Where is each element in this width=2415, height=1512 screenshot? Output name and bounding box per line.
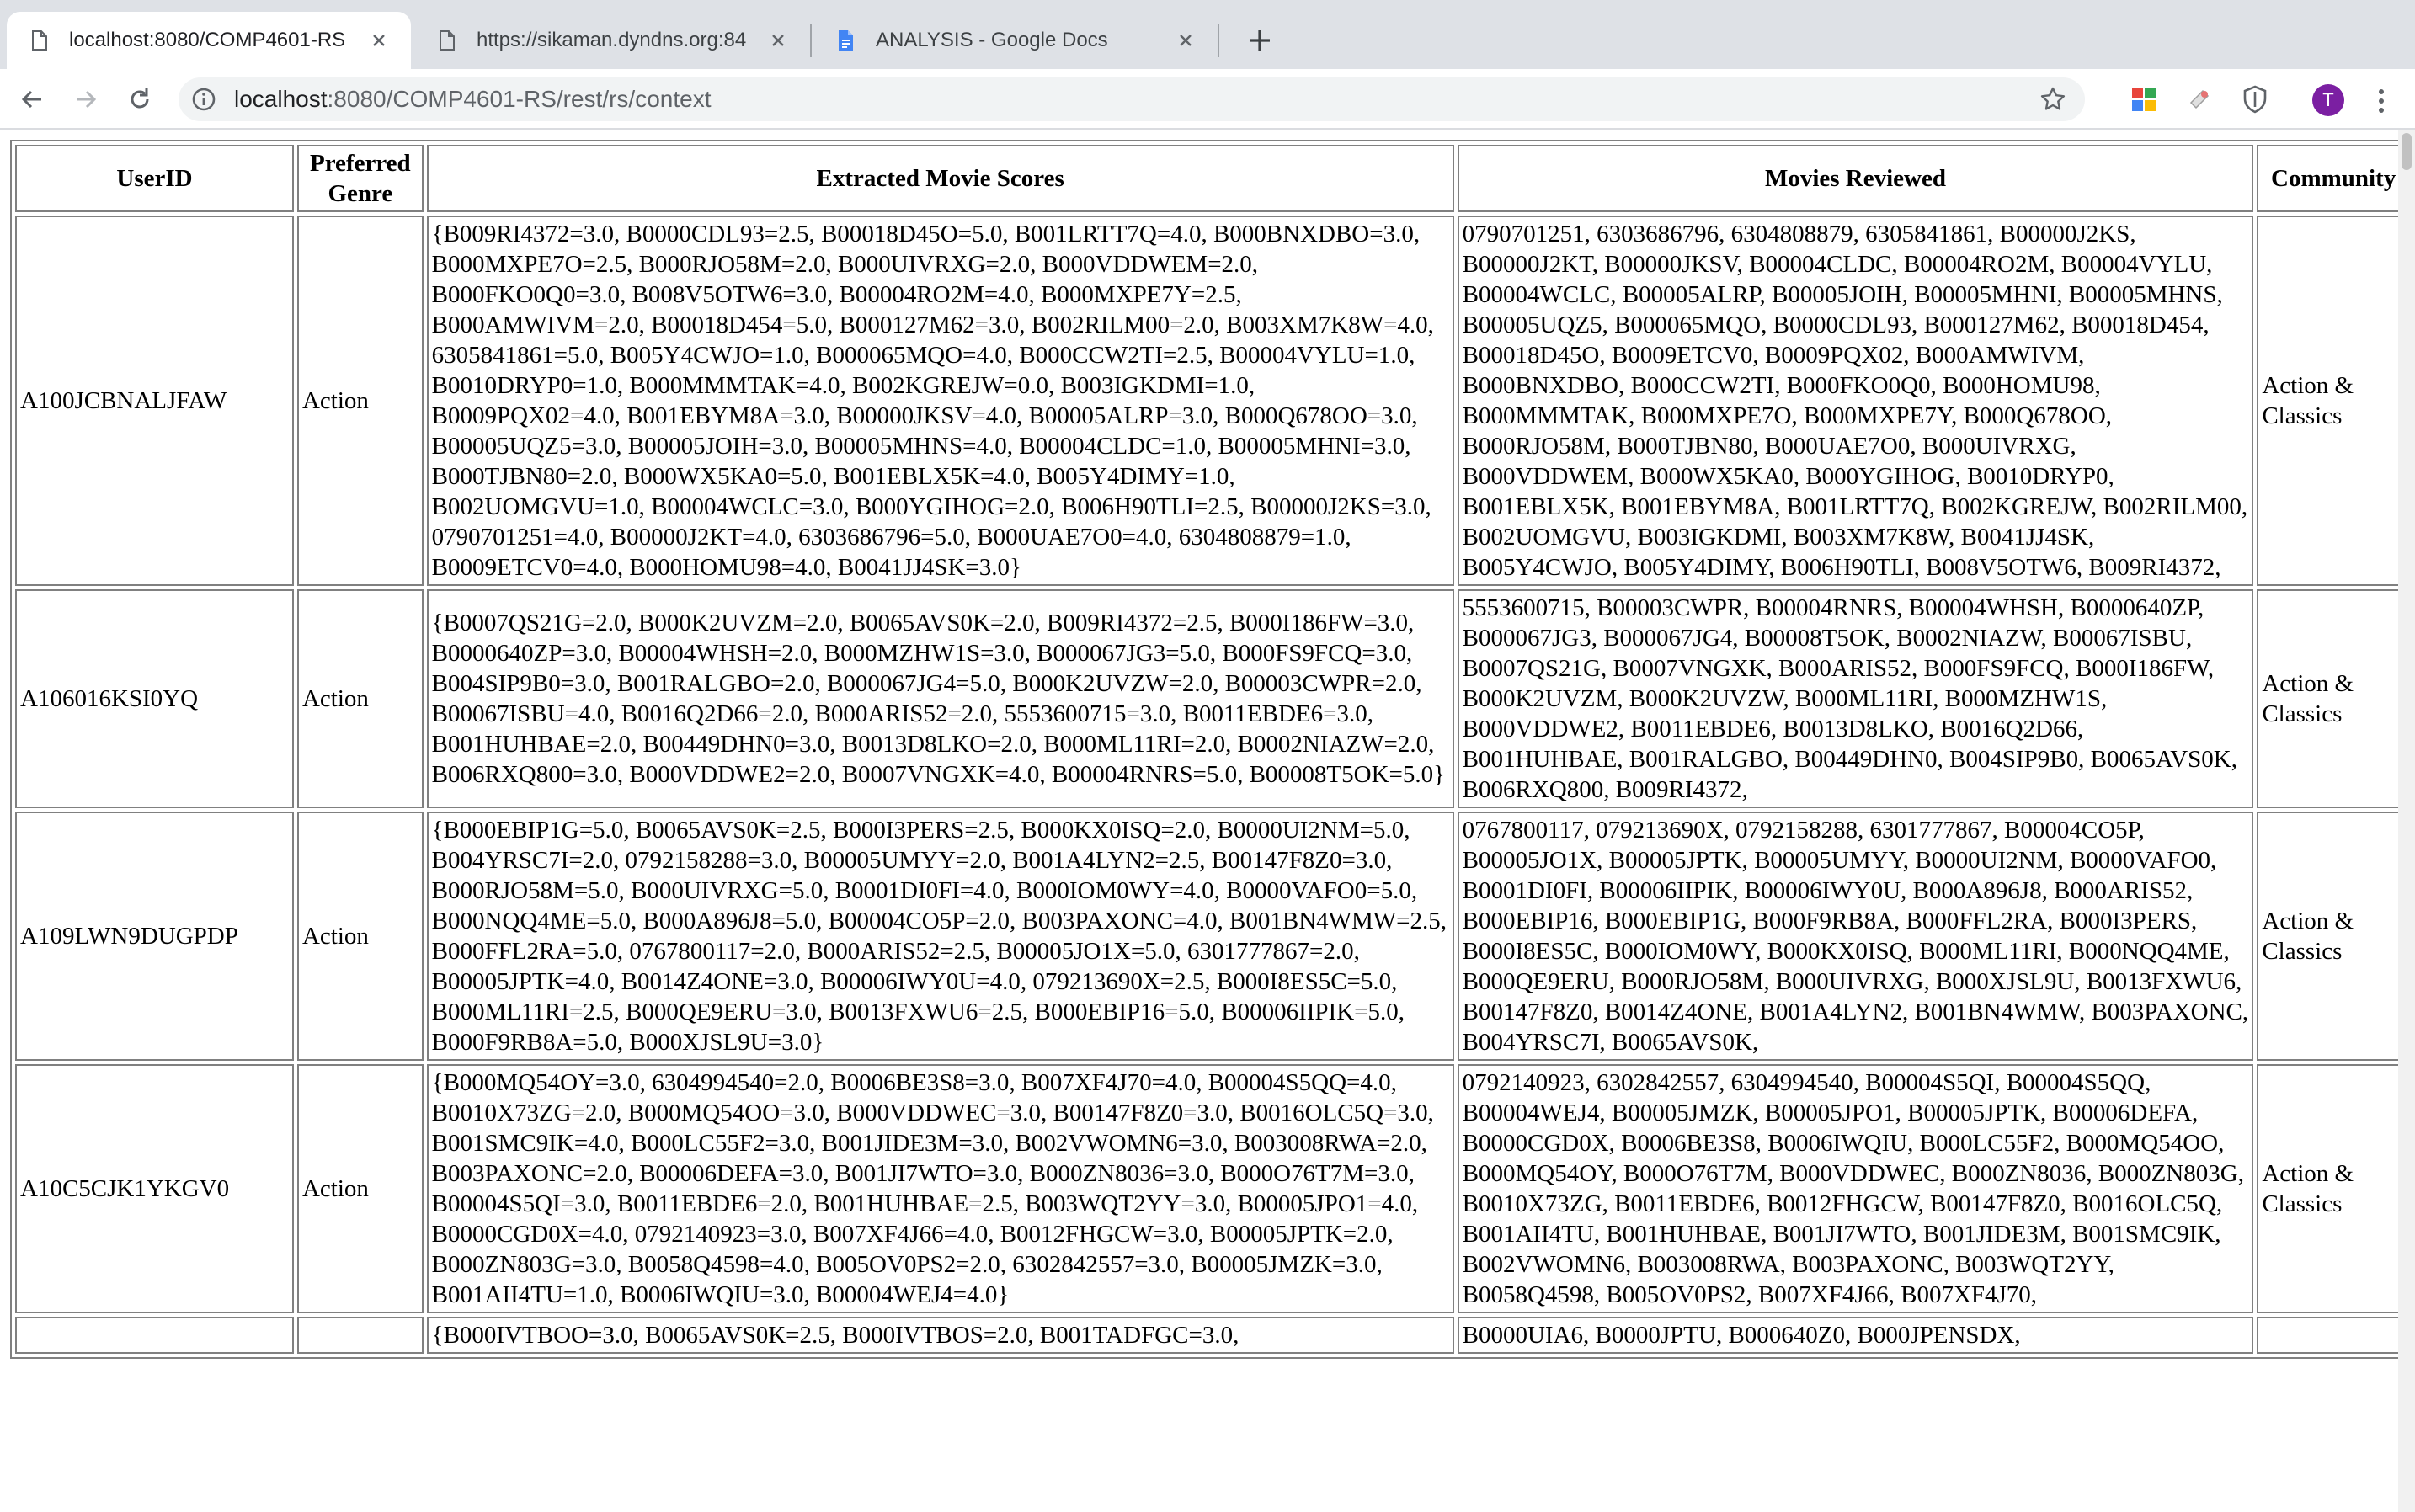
close-icon[interactable] [1174, 29, 1197, 52]
browser-toolbar: localhost:8080/COMP4601-RS/rest/rs/conte… [0, 69, 2415, 130]
tab-separator [1218, 24, 1219, 57]
table-row: A106016KSI0YQ Action {B0007QS21G=2.0, B0… [15, 589, 2410, 808]
header-userid: UserID [15, 145, 294, 212]
plus-icon [1250, 30, 1270, 51]
cell-movie-scores: {B000MQ54OY=3.0, 6304994540=2.0, B0006BE… [426, 1064, 1454, 1313]
url-text: localhost:8080/COMP4601-RS/rest/rs/conte… [234, 77, 712, 121]
cell-genre: Action [296, 216, 424, 586]
header-community: Community [2257, 145, 2410, 212]
cell-community: Action & Classics [2257, 812, 2410, 1061]
arrow-left-icon [21, 90, 41, 109]
cell-genre [296, 1317, 424, 1354]
tab-title: ANALYSIS - Google Docs [876, 29, 1108, 51]
table-header-row: UserID Preferred Genre Extracted Movie S… [15, 145, 2410, 212]
tab-sikaman[interactable]: https://sikaman.dyndns.org:84 [414, 12, 810, 69]
cell-movies-reviewed: 5553600715, B00003CWPR, B00004RNRS, B000… [1457, 589, 2254, 808]
reload-icon [131, 88, 149, 109]
star-icon[interactable] [2039, 86, 2066, 113]
profile-avatar[interactable]: T [2312, 84, 2344, 116]
info-icon[interactable] [190, 86, 217, 113]
extension-clip-icon[interactable] [2184, 84, 2215, 114]
header-movies-reviewed: Movies Reviewed [1457, 145, 2254, 212]
table-row: A100JCBNALJFAW Action {B009RI4372=3.0, B… [15, 216, 2410, 586]
forward-button[interactable] [66, 79, 106, 120]
cell-movie-scores: {B0007QS21G=2.0, B000K2UVZM=2.0, B0065AV… [426, 589, 1454, 808]
tab-localhost[interactable]: localhost:8080/COMP4601-RS [7, 12, 411, 69]
cell-movies-reviewed: 0792140923, 6302842557, 6304994540, B000… [1457, 1064, 2254, 1313]
page-viewport: UserID Preferred Genre Extracted Movie S… [0, 130, 2415, 1512]
tab-google-docs[interactable]: ANALYSIS - Google Docs [813, 12, 1218, 69]
table-row: A10C5CJK1YKGV0 Action {B000MQ54OY=3.0, 6… [15, 1064, 2410, 1313]
cell-movies-reviewed: 0767800117, 079213690X, 0792158288, 6301… [1457, 812, 2254, 1061]
tab-title: https://sikaman.dyndns.org:84 [477, 29, 747, 51]
cell-movie-scores: {B009RI4372=3.0, B0000CDL93=2.5, B00018D… [426, 216, 1454, 586]
cell-userid: A10C5CJK1YKGV0 [15, 1064, 294, 1313]
cell-community: Action & Classics [2257, 589, 2410, 808]
cell-genre: Action [296, 589, 424, 808]
context-table: UserID Preferred Genre Extracted Movie S… [10, 140, 2415, 1359]
cell-movie-scores: {B000EBIP1G=5.0, B0065AVS0K=2.5, B000I3P… [426, 812, 1454, 1061]
cell-movies-reviewed: B0000UIA6, B0000JPTU, B000640Z0, B000JPE… [1457, 1317, 2254, 1354]
cell-genre: Action [296, 1064, 424, 1313]
cell-community [2257, 1317, 2410, 1354]
google-docs-icon [839, 30, 853, 51]
tab-strip: localhost:8080/COMP4601-RS https://sikam… [0, 0, 2415, 69]
arrow-right-icon [77, 90, 97, 109]
cell-genre: Action [296, 812, 424, 1061]
cell-userid: A106016KSI0YQ [15, 589, 294, 808]
header-extracted-movie-scores: Extracted Movie Scores [426, 145, 1454, 212]
cell-movie-scores: {B000IVTBOO=3.0, B0065AVS0K=2.5, B000IVT… [426, 1317, 1454, 1354]
cell-community: Action & Classics [2257, 1064, 2410, 1313]
shield-icon[interactable] [2240, 84, 2270, 114]
cell-userid: A109LWN9DUGPDP [15, 812, 294, 1061]
tab-separator [810, 24, 812, 57]
more-vert-icon [2379, 89, 2384, 113]
cell-community: Action & Classics [2257, 216, 2410, 586]
scrollbar-thumb[interactable] [2402, 133, 2412, 170]
vertical-scrollbar[interactable] [2398, 130, 2415, 1512]
cell-userid [15, 1317, 294, 1354]
extension-windows-icon[interactable] [2129, 84, 2159, 114]
cell-movies-reviewed: 0790701251, 6303686796, 6304808879, 6305… [1457, 216, 2254, 586]
new-tab-button[interactable] [1238, 19, 1282, 62]
page-icon [440, 30, 455, 51]
menu-button[interactable] [2370, 84, 2393, 118]
reload-button[interactable] [120, 79, 160, 120]
page-icon [32, 30, 47, 51]
close-icon[interactable] [766, 29, 790, 52]
close-icon[interactable] [367, 29, 391, 52]
table-row: {B000IVTBOO=3.0, B0065AVS0K=2.5, B000IVT… [15, 1317, 2410, 1354]
tab-title: localhost:8080/COMP4601-RS [69, 29, 346, 51]
url-host: localhost [234, 86, 328, 112]
cell-userid: A100JCBNALJFAW [15, 216, 294, 586]
address-bar[interactable]: localhost:8080/COMP4601-RS/rest/rs/conte… [179, 77, 2085, 121]
header-preferred-genre: Preferred Genre [296, 145, 424, 212]
table-row: A109LWN9DUGPDP Action {B000EBIP1G=5.0, B… [15, 812, 2410, 1061]
url-path: :8080/COMP4601-RS/rest/rs/context [327, 86, 712, 112]
back-button[interactable] [12, 79, 52, 120]
